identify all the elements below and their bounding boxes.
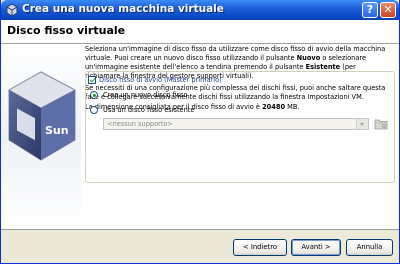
existing-disk-select-value: <nessun supporto>: [107, 120, 173, 128]
window-title: Crea una nuova macchina virtuale: [22, 3, 224, 15]
footer-divider: [1, 229, 399, 230]
boot-disk-checkbox-label: Disco fisso di avvio (Master primario): [99, 76, 222, 84]
p1-text-d: Esistente: [305, 63, 341, 71]
chevron-down-icon[interactable]: [356, 119, 368, 129]
radio-create-new-label: Crea un nuovo disco fisso: [103, 91, 188, 99]
radio-create-new-disk[interactable]: Crea un nuovo disco fisso: [90, 91, 188, 99]
sun-logo-text: Sun: [45, 124, 69, 137]
radio-unselected[interactable]: [90, 106, 98, 114]
folder-icon[interactable]: [374, 118, 388, 130]
page-header: Disco fisso virtuale: [1, 20, 399, 44]
p1-text-b: Nuovo: [296, 54, 321, 62]
wizard-window: Crea una nuova macchina virtuale ? ✕ Dis…: [0, 0, 400, 264]
close-button[interactable]: ✕: [380, 2, 396, 18]
checkbox-checked[interactable]: [88, 76, 96, 84]
radio-selected[interactable]: [90, 91, 98, 99]
boot-disk-checkbox[interactable]: Disco fisso di avvio (Master primario): [88, 76, 222, 84]
page-title: Disco fisso virtuale: [7, 24, 126, 37]
back-button[interactable]: < Indietro: [233, 239, 287, 256]
virtualbox-sun-logo: Sun: [1, 44, 81, 229]
help-button[interactable]: ?: [362, 2, 378, 18]
title-bar[interactable]: Crea una nuova macchina virtuale ? ✕: [1, 0, 399, 20]
virtualbox-icon: [6, 3, 18, 17]
existing-disk-select[interactable]: <nessun supporto>: [103, 118, 369, 130]
next-button[interactable]: Avanti >: [291, 239, 341, 256]
radio-use-existing-label: Usa un disco fisso esistente: [103, 106, 195, 114]
radio-use-existing-disk[interactable]: Usa un disco fisso esistente: [90, 106, 194, 114]
cancel-button[interactable]: Annulla: [346, 239, 393, 256]
